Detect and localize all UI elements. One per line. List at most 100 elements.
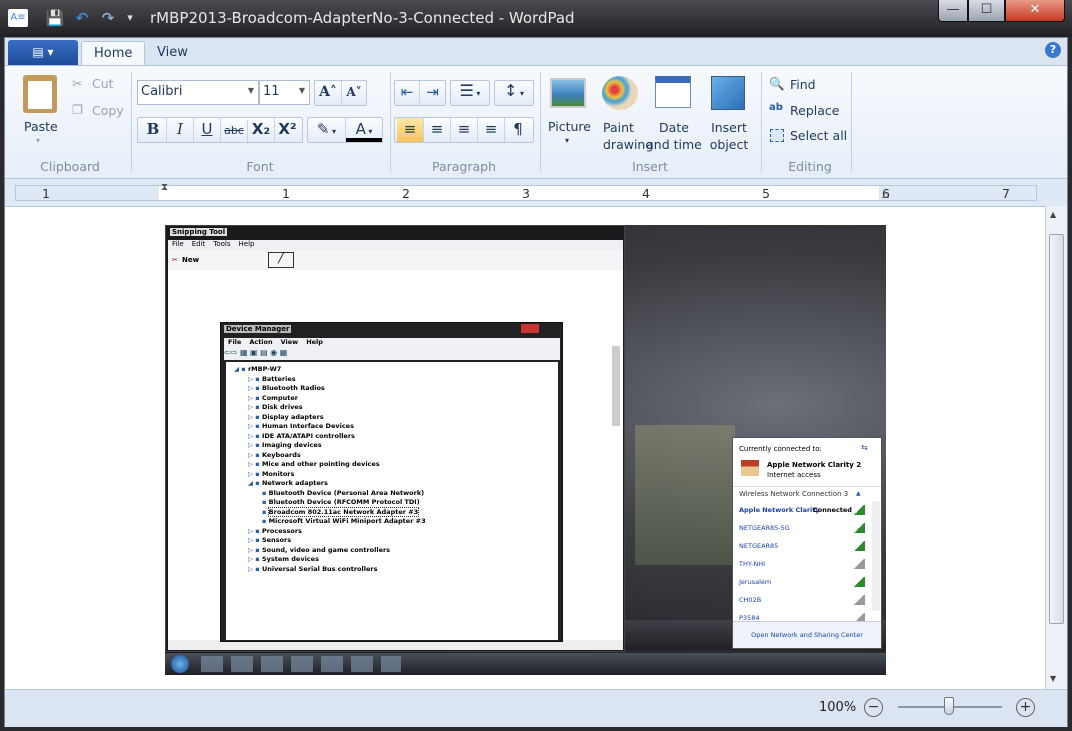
paragraph-button[interactable]: ¶	[505, 118, 531, 142]
app-menu-button[interactable]: ▤ ▾	[8, 40, 78, 65]
paste-icon[interactable]	[23, 75, 57, 113]
network-item[interactable]: CH02B	[733, 591, 871, 609]
date-time-button[interactable]: Date and time	[646, 119, 702, 153]
redo-icon[interactable]: ↷	[98, 9, 118, 27]
refresh-icon[interactable]: ⇆	[861, 443, 868, 452]
device-tree-item[interactable]: ▷ ▪ Universal Serial Bus controllers	[234, 565, 558, 575]
select-all-button[interactable]: Select all	[790, 128, 847, 143]
network-scrollbar[interactable]	[872, 501, 880, 611]
indent-marker[interactable]: ⧗	[161, 182, 168, 193]
scroll-down-icon[interactable]: ▼	[1050, 674, 1056, 683]
ruler-bar[interactable]: 1 1 2 3 4 5 6 7 ⧗ △	[15, 182, 1037, 201]
wordpad-app-icon[interactable]: A≡	[8, 9, 28, 27]
snipping-scrollbar[interactable]	[612, 346, 620, 426]
font-family-select[interactable]: Calibri ▼	[137, 80, 259, 105]
minimize-button[interactable]: —	[938, 0, 968, 22]
device-tree-item[interactable]: ▷ ▪ Batteries	[234, 375, 558, 385]
device-tree-item[interactable]: ▷ ▪ Display adapters	[234, 413, 558, 423]
open-network-center-link[interactable]: Open Network and Sharing Center	[733, 621, 881, 648]
close-button[interactable]: ✕	[1005, 0, 1065, 22]
collapse-icon[interactable]: ▲	[856, 490, 861, 497]
shrink-font-button[interactable]: A˅	[342, 81, 366, 105]
insert-object-button[interactable]: Insert object	[709, 119, 749, 153]
decrease-indent-button[interactable]: ⇤	[395, 81, 420, 105]
superscript-button[interactable]: X²	[275, 118, 300, 142]
device-tree-item[interactable]: ◢ ▪ Network adapters	[234, 479, 558, 489]
paste-button[interactable]: Paste	[24, 119, 58, 134]
embedded-screenshot[interactable]: Snipping Tool File Edit Tools Help ✂ New ╱ …	[165, 225, 886, 675]
bold-button[interactable]: B	[140, 118, 167, 142]
vertical-scrollbar[interactable]: ▲ ▼	[1045, 206, 1067, 689]
device-tree-item[interactable]: ▷ ▪ IDE ATA/ATAPI controllers	[234, 432, 558, 442]
undo-icon[interactable]: ↶	[72, 9, 92, 27]
device-tree-item[interactable]: ▷ ▪ Bluetooth Radios	[234, 384, 558, 394]
zoom-slider-thumb[interactable]	[944, 697, 954, 715]
align-left-button[interactable]: ≡	[397, 118, 424, 142]
bullets-button[interactable]: ☰ ▾	[450, 80, 490, 106]
device-tree-item[interactable]: ▪ Bluetooth Device (RFCOMM Protocol TDI)	[234, 498, 558, 508]
scroll-up-icon[interactable]: ▲	[1050, 210, 1056, 219]
highlight-color-button[interactable]: ✎ ▾	[308, 118, 346, 142]
zoom-in-button[interactable]: +	[1016, 698, 1035, 717]
align-right-button[interactable]: ≡	[451, 118, 478, 142]
document-area[interactable]: Snipping Tool File Edit Tools Help ✂ New ╱ …	[5, 206, 1045, 689]
device-tree-item[interactable]: ▷ ▪ Human Interface Devices	[234, 422, 558, 432]
device-tree-item[interactable]: ▷ ▪ Sound, video and game controllers	[234, 546, 558, 556]
device-tree-item[interactable]: ▷ ▪ Sensors	[234, 536, 558, 546]
picture-icon[interactable]	[550, 78, 586, 108]
paint-drawing-icon[interactable]	[602, 76, 638, 110]
network-item[interactable]: NETGEAR85	[733, 537, 871, 555]
snipping-menu-item[interactable]: Help	[239, 240, 255, 248]
line-spacing-button[interactable]: ↕ ▾	[494, 80, 534, 106]
new-snip-icon[interactable]: ✂	[172, 256, 178, 264]
tab-home[interactable]: Home	[81, 41, 146, 65]
device-tree-item[interactable]: ◢ ▪ rMBP-W7	[234, 365, 558, 375]
date-time-icon[interactable]	[655, 76, 691, 108]
network-item[interactable]: NETGEAR85-5G	[733, 519, 871, 537]
picture-button[interactable]: Picture	[548, 119, 591, 134]
find-button[interactable]: Find	[790, 77, 816, 92]
new-snip-button[interactable]: New	[182, 256, 199, 264]
device-tree-item[interactable]: ▪ Bluetooth Device (Personal Area Networ…	[234, 489, 558, 499]
snipping-menu-item[interactable]: Edit	[192, 240, 206, 248]
paste-dropdown-icon[interactable]: ▾	[36, 136, 40, 145]
picture-dropdown-icon[interactable]: ▾	[565, 136, 569, 145]
zoom-out-button[interactable]: −	[864, 698, 883, 717]
dm-menu-item[interactable]: Help	[306, 338, 323, 346]
maximize-button[interactable]: ☐	[968, 0, 1005, 22]
help-icon[interactable]: ?	[1045, 42, 1061, 58]
dm-menu-item[interactable]: View	[281, 338, 299, 346]
customize-qat-icon[interactable]: ▾	[120, 9, 140, 27]
network-item[interactable]: Apple Network Clarity Connected	[733, 501, 871, 519]
dm-menu-item[interactable]: File	[228, 338, 241, 346]
insert-object-icon[interactable]	[711, 76, 745, 110]
copy-button[interactable]: Copy	[92, 103, 124, 118]
snipping-menu-item[interactable]: File	[172, 240, 184, 248]
device-tree-item[interactable]: ▷ ▪ Mice and other pointing devices	[234, 460, 558, 470]
replace-button[interactable]: Replace	[790, 103, 839, 118]
device-tree-item[interactable]: ▪ Microsoft Virtual WiFi Miniport Adapte…	[234, 517, 558, 527]
save-icon[interactable]: 💾	[45, 9, 65, 27]
snipping-menu-item[interactable]: Tools	[213, 240, 230, 248]
underline-button[interactable]: U	[194, 118, 221, 142]
italic-button[interactable]: I	[167, 118, 194, 142]
text-color-button[interactable]: A ▾	[346, 118, 382, 142]
increase-indent-button[interactable]: ⇥	[420, 81, 445, 105]
right-indent-marker[interactable]: △	[882, 190, 889, 200]
cut-button[interactable]: Cut	[92, 76, 114, 91]
device-tree-item[interactable]: ▷ ▪ Keyboards	[234, 451, 558, 461]
pen-tool-icon[interactable]: ╱	[268, 252, 294, 268]
device-tree-item[interactable]: ▷ ▪ System devices	[234, 555, 558, 565]
device-tree-item[interactable]: ▷ ▪ Computer	[234, 394, 558, 404]
dm-menu-item[interactable]: Action	[249, 338, 272, 346]
tab-view[interactable]: View	[145, 41, 200, 65]
subscript-button[interactable]: X₂	[248, 118, 275, 142]
network-item[interactable]: Jerusalem	[733, 573, 871, 591]
justify-button[interactable]: ≡	[478, 118, 505, 142]
paint-drawing-button[interactable]: Paint drawing	[603, 119, 653, 153]
device-tree-item[interactable]: ▷ ▪ Processors	[234, 527, 558, 537]
font-size-select[interactable]: 11 ▼	[259, 80, 310, 105]
ruler[interactable]: 1 1 2 3 4 5 6 7 ⧗ △	[5, 179, 1067, 206]
device-tree-item[interactable]: ▷ ▪ Disk drives	[234, 403, 558, 413]
scroll-thumb[interactable]	[1049, 234, 1064, 624]
